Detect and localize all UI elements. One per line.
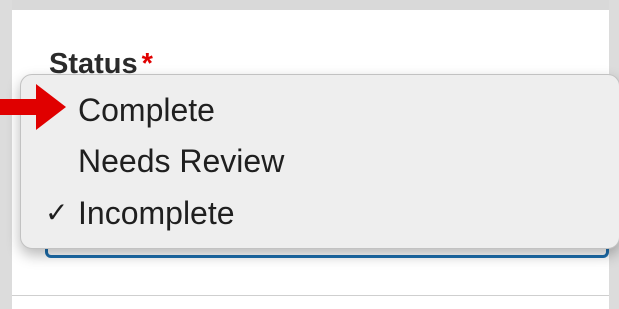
option-label: Complete [78, 92, 215, 128]
option-label: Incomplete [78, 195, 235, 231]
left-window-edge [0, 0, 12, 309]
status-option-complete[interactable]: Complete [21, 88, 619, 132]
status-option-needs-review[interactable]: Needs Review [21, 139, 619, 183]
status-option-incomplete[interactable]: ✓ Incomplete [21, 191, 619, 235]
option-label: Needs Review [78, 143, 285, 179]
screenshot-page: Status * Complete Needs Review ✓ Incomple… [0, 0, 619, 309]
form-divider [12, 295, 609, 296]
status-dropdown-menu: Complete Needs Review ✓ Incomplete [20, 74, 619, 249]
checkmark-icon: ✓ [45, 197, 69, 228]
red-arrow-icon [0, 84, 66, 130]
